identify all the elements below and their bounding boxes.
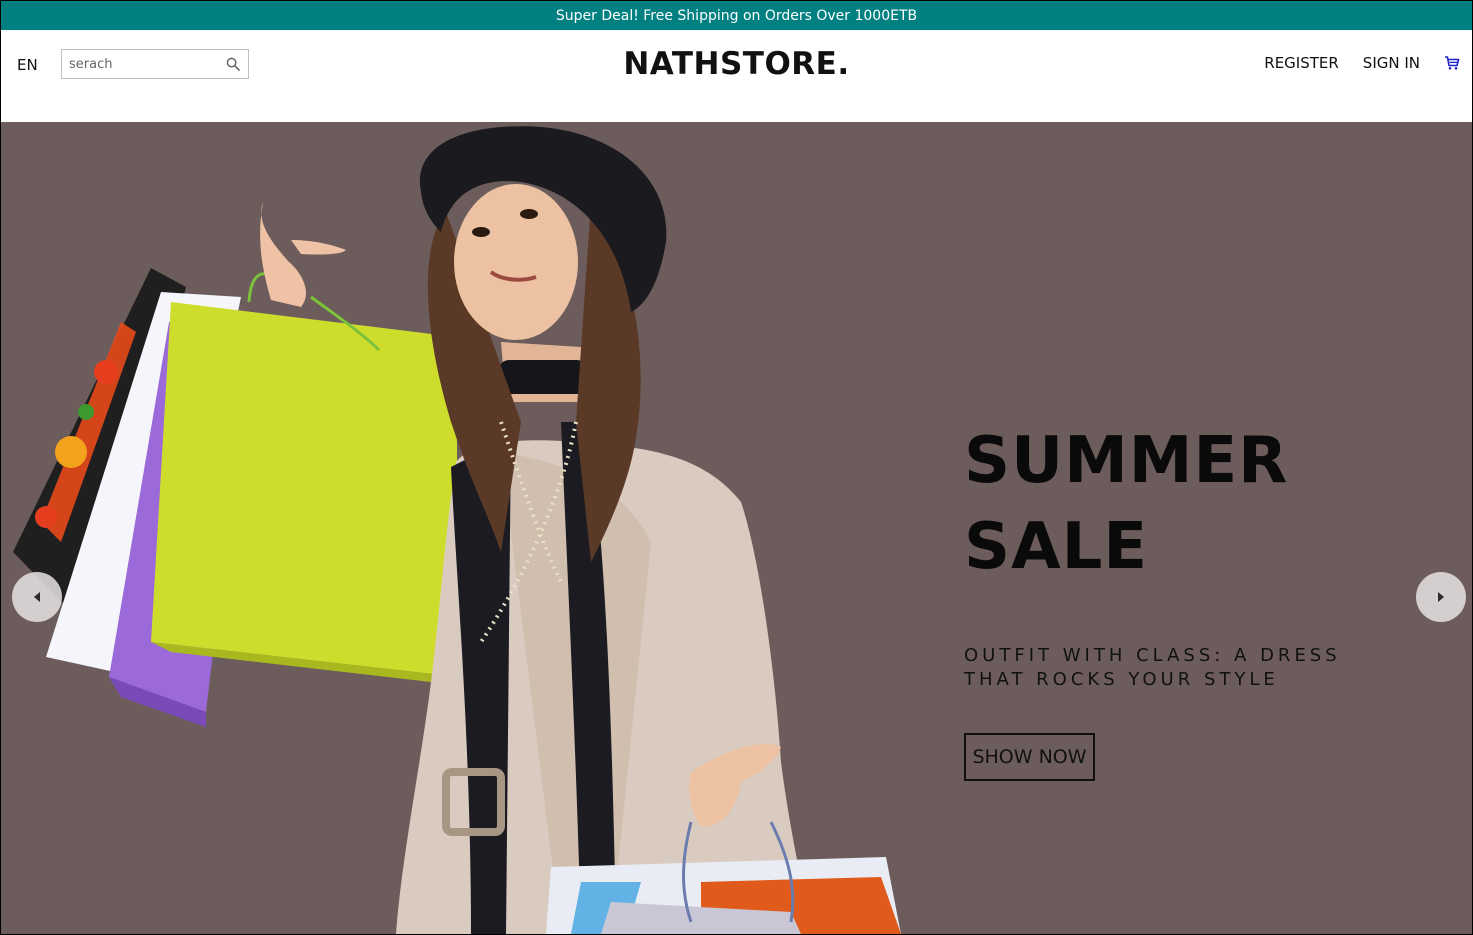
page: Super Deal! Free Shipping on Orders Over… (1, 1, 1472, 934)
arrow-left-icon (34, 592, 40, 602)
announcement-bar: Super Deal! Free Shipping on Orders Over… (1, 1, 1472, 30)
sign-in-link[interactable]: SIGN IN (1363, 54, 1420, 72)
slider-prev-button[interactable] (12, 572, 62, 622)
arrow-right-icon (1438, 592, 1444, 602)
show-now-button[interactable]: SHOW NOW (964, 733, 1095, 781)
announcement-text: Super Deal! Free Shipping on Orders Over… (555, 7, 918, 24)
slide-title-line1: SUMMER (964, 424, 1289, 498)
shopping-woman-image (13, 126, 901, 934)
slider-next-button[interactable] (1416, 572, 1466, 622)
slide-title-line2: SALE (964, 510, 1149, 584)
cart-icon[interactable] (1444, 55, 1460, 71)
slide-info: SUMMER SALE OUTFIT WITH CLASS: A DRESS T… (964, 418, 1424, 692)
nav-menu: REGISTER SIGN IN (1264, 54, 1460, 72)
logo-text[interactable]: NATHSTORE. (623, 46, 849, 82)
hero-slider: SUMMER SALE OUTFIT WITH CLASS: A DRESS T… (1, 122, 1472, 934)
register-link[interactable]: REGISTER (1264, 54, 1339, 72)
slide-description: OUTFIT WITH CLASS: A DRESS THAT ROCKS YO… (964, 645, 1341, 690)
navbar: EN NATHSTORE. REGISTER SIGN IN (1, 30, 1472, 122)
slide-title: SUMMER SALE (964, 418, 1424, 590)
logo[interactable]: NATHSTORE. (1, 46, 1472, 82)
